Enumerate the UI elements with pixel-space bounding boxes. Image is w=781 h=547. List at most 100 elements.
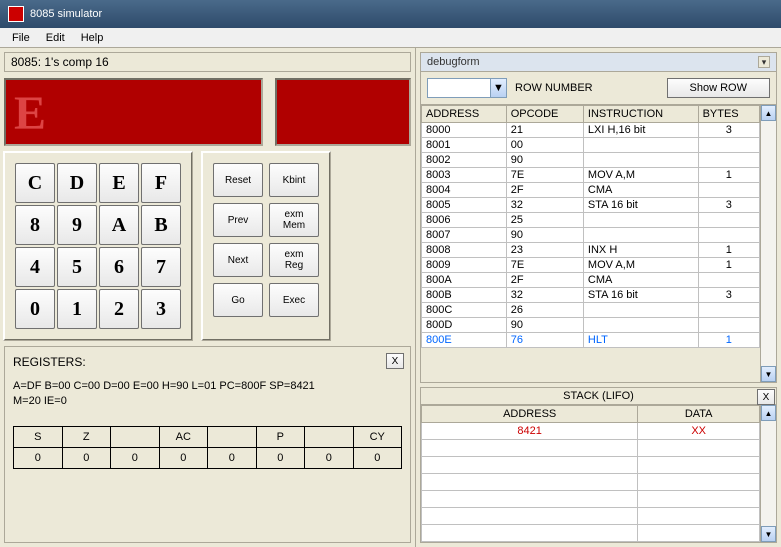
key-0[interactable]: 0 [15,289,55,329]
stack-col-header[interactable]: ADDRESS [422,406,638,423]
exec-button[interactable]: Exec [269,283,319,317]
exm-reg-button[interactable]: exm Reg [269,243,319,277]
debug-row[interactable]: 800532STA 16 bit3 [422,198,760,213]
menu-edit[interactable]: Edit [38,30,73,46]
menu-help[interactable]: Help [73,30,112,46]
dropdown-arrow-icon[interactable]: ▼ [490,79,506,97]
window-title: 8085 simulator [30,8,102,20]
debug-row[interactable]: 80097EMOV A,M1 [422,258,760,273]
scroll-up-icon[interactable]: ▲ [761,105,776,121]
debug-cell [583,153,698,168]
debug-col-header[interactable]: INSTRUCTION [583,106,698,123]
key-F[interactable]: F [141,163,181,203]
registers-close-button[interactable]: X [386,353,404,369]
debug-cell [698,213,759,228]
debug-cell: CMA [583,183,698,198]
reg-line1: A=DF B=00 C=00 D=00 E=00 H=90 L=01 PC=80… [13,379,402,394]
stack-row[interactable] [422,457,760,474]
stack-row[interactable]: 8421XX [422,423,760,440]
prev-button[interactable]: Prev [213,203,263,237]
debug-dock-icon[interactable]: ▾ [758,56,770,68]
stack-table[interactable]: ADDRESSDATA 8421XX [421,405,760,542]
key-C[interactable]: C [15,163,55,203]
debug-row[interactable]: 800290 [422,153,760,168]
stack-row[interactable] [422,525,760,542]
debug-col-header[interactable]: ADDRESS [422,106,507,123]
debug-col-header[interactable]: OPCODE [506,106,583,123]
debug-row[interactable]: 800823INX H1 [422,243,760,258]
debug-cell [698,303,759,318]
menu-file[interactable]: File [4,30,38,46]
stack-data: XX [638,423,760,440]
key-8[interactable]: 8 [15,205,55,245]
stack-scrollbar[interactable]: ▲ ▼ [760,405,776,542]
kbint-button[interactable]: Kbint [269,163,319,197]
debug-row[interactable]: 800100 [422,138,760,153]
key-1[interactable]: 1 [57,289,97,329]
key-5[interactable]: 5 [57,247,97,287]
key-7[interactable]: 7 [141,247,181,287]
debug-row[interactable]: 800B32STA 16 bit3 [422,288,760,303]
debug-table[interactable]: ADDRESSOPCODEINSTRUCTIONBYTES 800021LXI … [421,105,760,348]
exm-mem-button[interactable]: exm Mem [269,203,319,237]
stack-close-button[interactable]: X [757,389,775,405]
scroll-down-icon[interactable]: ▼ [761,526,776,542]
stack-title: STACK (LIFO) X [421,388,776,405]
program-title: 8085: 1's comp 16 [4,52,411,72]
reset-button[interactable]: Reset [213,163,263,197]
debug-row[interactable]: 800625 [422,213,760,228]
go-button[interactable]: Go [213,283,263,317]
stack-data [638,440,760,457]
debug-cell: 800C [422,303,507,318]
stack-data [638,457,760,474]
debug-cell: 21 [506,123,583,138]
stack-row[interactable] [422,508,760,525]
key-3[interactable]: 3 [141,289,181,329]
debug-cell: 32 [506,288,583,303]
debug-cell: 25 [506,213,583,228]
debug-row[interactable]: 80037EMOV A,M1 [422,168,760,183]
key-A[interactable]: A [99,205,139,245]
debug-cell: 8001 [422,138,507,153]
debug-row[interactable]: 800790 [422,228,760,243]
show-row-button[interactable]: Show ROW [667,78,770,98]
flag-value: 0 [111,447,160,468]
key-E[interactable]: E [99,163,139,203]
flag-header: Z [62,426,111,447]
scroll-down-icon[interactable]: ▼ [761,366,776,382]
debug-cell: 76 [506,333,583,348]
stack-addr [422,440,638,457]
flag-header: AC [159,426,208,447]
debug-cell: 32 [506,198,583,213]
key-B[interactable]: B [141,205,181,245]
debug-cell: 1 [698,258,759,273]
debug-scrollbar[interactable]: ▲ ▼ [760,105,776,382]
scroll-up-icon[interactable]: ▲ [761,405,776,421]
key-6[interactable]: 6 [99,247,139,287]
next-button[interactable]: Next [213,243,263,277]
debug-row[interactable]: 800E76HLT1 [422,333,760,348]
stack-col-header[interactable]: DATA [638,406,760,423]
debug-row[interactable]: 80042FCMA [422,183,760,198]
key-D[interactable]: D [57,163,97,203]
key-9[interactable]: 9 [57,205,97,245]
debug-cell: 90 [506,318,583,333]
debug-cell [583,138,698,153]
debug-row[interactable]: 800021LXI H,16 bit3 [422,123,760,138]
stack-row[interactable] [422,474,760,491]
key-4[interactable]: 4 [15,247,55,287]
debug-row[interactable]: 800D90 [422,318,760,333]
debug-col-header[interactable]: BYTES [698,106,759,123]
debug-cell: 8009 [422,258,507,273]
debug-row[interactable]: 800A2FCMA [422,273,760,288]
debug-row[interactable]: 800C26 [422,303,760,318]
stack-row[interactable] [422,491,760,508]
stack-row[interactable] [422,440,760,457]
register-values: A=DF B=00 C=00 D=00 E=00 H=90 L=01 PC=80… [13,379,402,410]
flag-value: 0 [14,447,63,468]
key-2[interactable]: 2 [99,289,139,329]
flag-value: 0 [353,447,402,468]
debug-toolbar: ▼ ROW NUMBER Show ROW [420,72,777,105]
row-number-combo[interactable]: ▼ [427,78,507,98]
debug-cell: 26 [506,303,583,318]
